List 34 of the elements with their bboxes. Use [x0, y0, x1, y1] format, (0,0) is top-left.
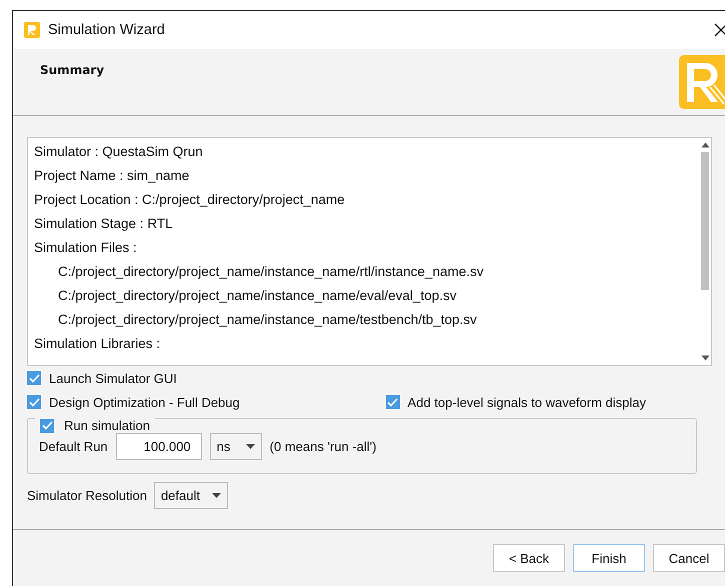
checkbox[interactable] [27, 395, 41, 409]
file-path: C:/project_directory/project_name/instance_name/rtl/instance_name.sv [58, 264, 484, 279]
unit-dropdown[interactable]: ns [210, 433, 262, 460]
summary-line: Simulation Stage : RTL [34, 216, 173, 231]
summary-line: Project Location : C:/project_directory/project_name [34, 192, 345, 207]
checkbox[interactable] [27, 371, 41, 385]
default-run-field[interactable]: 100.000 [116, 433, 202, 460]
file-path: C:/project_directory/project_name/instance_name/eval/eval_top.sv [58, 288, 456, 303]
dialog-button[interactable]: Finish [573, 544, 645, 572]
close-icon[interactable] [714, 23, 725, 37]
page-title: Summary [40, 63, 104, 77]
checkbox[interactable] [40, 418, 54, 432]
file-path: C:/project_directory/project_name/instance_name/testbench/tb_top.sv [58, 312, 477, 327]
checkbox-label[interactable]: Launch Simulator GUI [49, 370, 177, 386]
checkbox-label[interactable]: Design Optimization - Full Debug [49, 394, 240, 410]
dialog-button[interactable]: Cancel [653, 544, 725, 572]
summary-line: Simulation Libraries : [34, 336, 160, 351]
checkbox[interactable] [386, 395, 400, 409]
caret-icon [246, 444, 255, 449]
summary-line: Project Name : sim_name [34, 168, 190, 183]
resolution-dropdown[interactable]: default [154, 482, 228, 509]
app-logo-icon [24, 22, 40, 38]
summary-line: Simulation Files : [34, 240, 137, 255]
scroll-up-icon[interactable] [700, 142, 710, 148]
scroll-down-icon[interactable] [700, 355, 710, 361]
caret-icon [212, 493, 221, 498]
checkbox-label[interactable]: Add top-level signals to waveform display [408, 394, 646, 410]
scrollbar-thumb[interactable] [701, 152, 709, 290]
default-run-label: Default Run [39, 439, 108, 454]
dialog-button[interactable]: < Back [493, 544, 565, 572]
window-title: Simulation Wizard [48, 22, 165, 38]
resolution-label: Simulator Resolution [27, 488, 147, 503]
summary-line: Simulator : QuestaSim Qrun [34, 144, 203, 159]
hint-text: (0 means 'run -all') [270, 439, 376, 454]
